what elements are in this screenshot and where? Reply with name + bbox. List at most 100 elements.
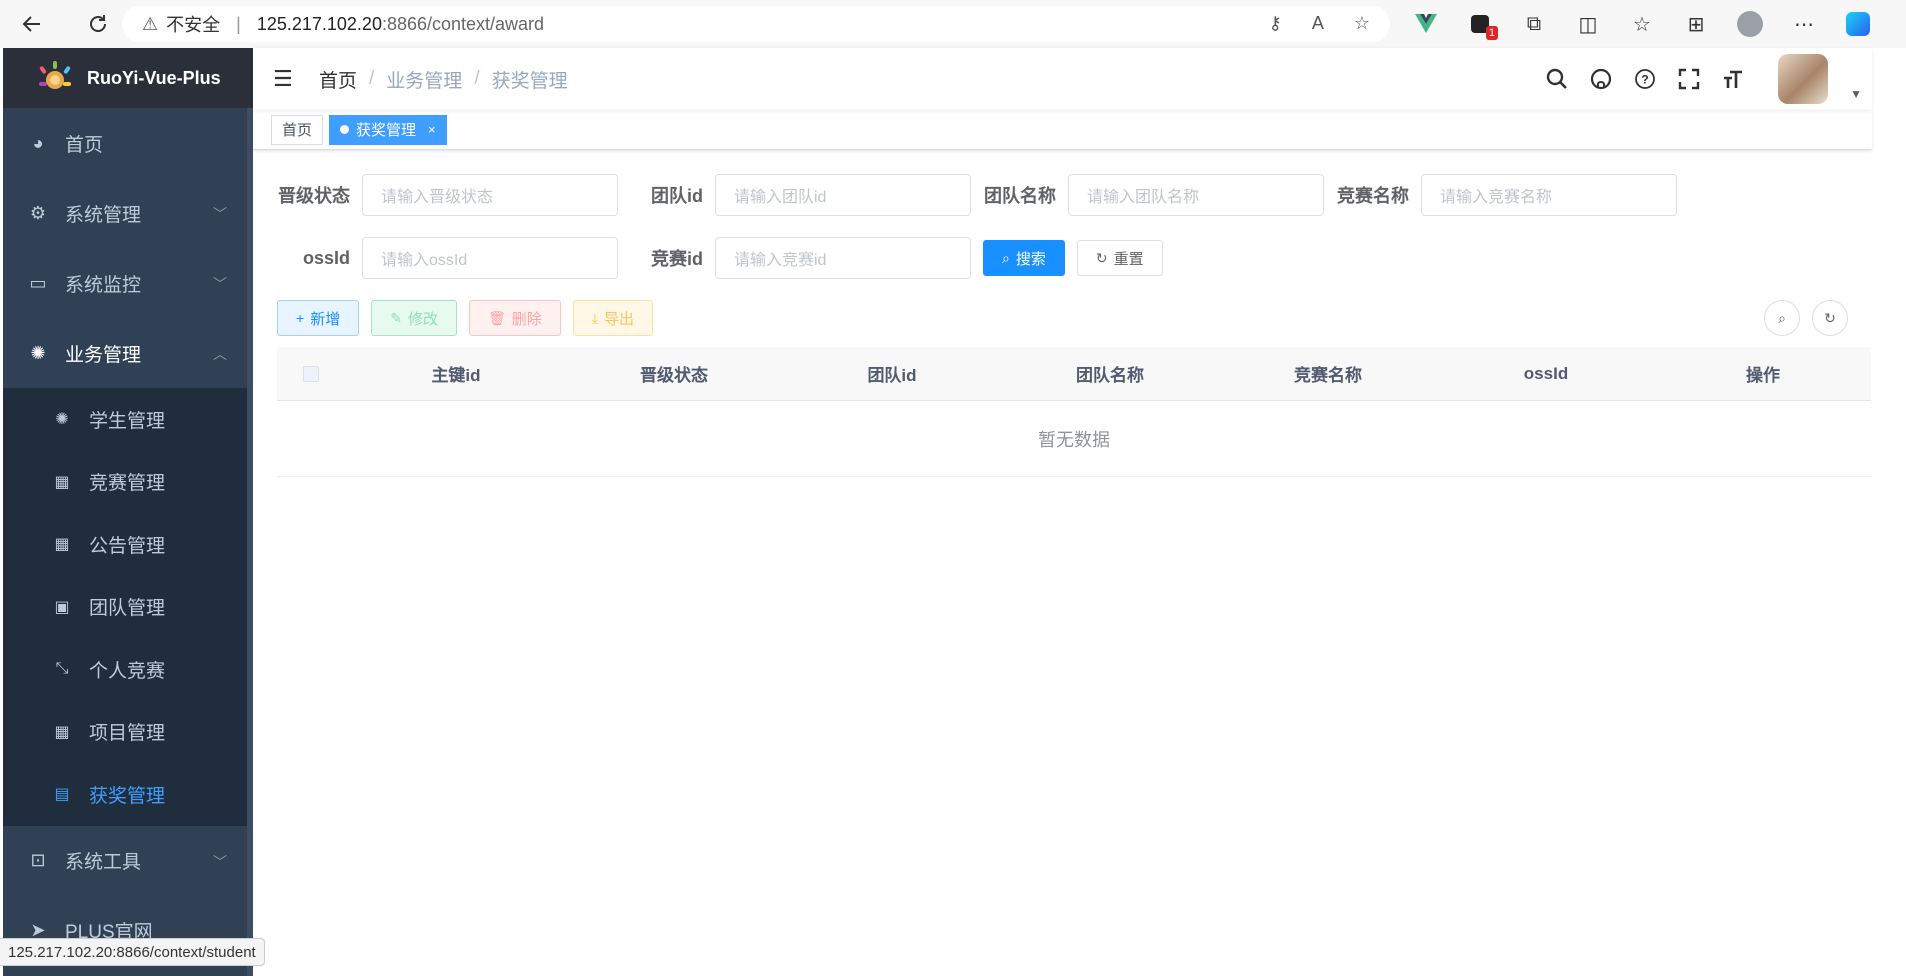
key-icon[interactable]: ⚷ (1269, 13, 1282, 34)
breadcrumb-item-business: 业务管理 (386, 70, 463, 92)
link-status-bar: 125.217.102.20:8866/context/student (0, 938, 265, 966)
submenu-item-teams[interactable]: ▣ 团队管理 (3, 576, 253, 639)
edit-button[interactable]: ✎ 修改 (371, 300, 457, 336)
aperture-icon: ✺ (55, 411, 69, 429)
column-header: 竞赛名称 (1294, 366, 1362, 385)
extension-badge-icon[interactable]: 1 (1464, 8, 1498, 40)
reset-button[interactable]: ↻ 重置 (1076, 240, 1163, 276)
help-icon[interactable]: ? (1632, 66, 1658, 92)
url-host: 125.217.102.20 (256, 13, 382, 34)
form-item-oss-id: ossId 请输入ossId (277, 237, 618, 279)
table-header: 主键id 晋级状态 团队id 团队名称 竞赛名称 ossId 操作 (277, 347, 1871, 401)
search-button[interactable]: ⌕ 搜索 (983, 240, 1065, 276)
navbar-right-menu: ? ▼ (1544, 48, 1862, 110)
tag-label: 获奖管理 (356, 122, 417, 139)
hamburger-icon[interactable]: ☰ (273, 66, 297, 92)
fullscreen-icon[interactable] (1676, 66, 1702, 92)
caret-down-icon[interactable]: ▼ (1850, 87, 1862, 101)
grid-icon: ▦ (54, 536, 70, 554)
team-id-input[interactable]: 请输入团队id (715, 174, 971, 216)
toggle-search-button[interactable]: ⌕ (1764, 300, 1800, 336)
button-label: 搜索 (1015, 250, 1046, 268)
ruoyi-logo-icon (35, 58, 75, 98)
menu-item-home[interactable]: ◕ 首页 (3, 108, 253, 178)
split-screen-icon[interactable]: ◫ (1572, 8, 1604, 40)
chevron-up-icon: ︿ (213, 346, 227, 362)
submenu-item-competitions[interactable]: ▦ 竞赛管理 (3, 451, 253, 514)
refresh-button[interactable]: ↻ (1812, 300, 1848, 336)
oss-id-input[interactable]: 请输入ossId (362, 237, 618, 279)
github-icon[interactable] (1588, 66, 1614, 92)
favorites-icon[interactable]: ☆ (1626, 8, 1658, 40)
form-label: 晋级状态 (278, 186, 350, 206)
button-label: 删除 (511, 310, 542, 328)
trash-icon: 🗑 (487, 309, 506, 326)
card-icon: ▤ (54, 786, 70, 804)
menu-label: 业务管理 (65, 344, 142, 366)
grid-icon: ▦ (54, 723, 70, 741)
extensions-puzzle-icon[interactable]: ⧉ (1518, 8, 1550, 40)
submenu-item-students[interactable]: ✺ 学生管理 (3, 388, 253, 451)
award-table: 主键id 晋级状态 团队id 团队名称 竞赛名称 ossId 操作 暂无数据 (277, 347, 1871, 477)
menu-item-tools[interactable]: ⊡ 系统工具 ﹀ (3, 826, 253, 896)
menu-item-business[interactable]: ✺ 业务管理 ︿ (3, 318, 253, 388)
tag-awards[interactable]: 获奖管理 × (329, 114, 447, 145)
plus-icon: + (296, 310, 305, 326)
submenu-label: 竞赛管理 (89, 473, 166, 495)
submenu-item-individual-competitions[interactable]: ⤡ 个人竞赛 (3, 638, 253, 701)
column-header: 主键id (431, 366, 481, 385)
address-bar[interactable]: ⚠ 不安全 | 125.217.102.20:8866/context/awar… (122, 6, 1390, 42)
tag-home[interactable]: 首页 (271, 114, 324, 145)
chevron-down-icon: ﹀ (213, 276, 227, 292)
submenu-item-awards[interactable]: ▤ 获奖管理 (3, 763, 253, 826)
font-size-icon[interactable] (1720, 66, 1746, 92)
search-icon: ⌕ (1002, 249, 1010, 266)
sidebar-logo[interactable]: RuoYi-Vue-Plus (3, 48, 253, 108)
navbar: ☰ 首页 / 业务管理 / 获奖管理 ? ▼ (253, 48, 1872, 110)
form-label: 竞赛id (651, 249, 703, 269)
search-icon[interactable] (1544, 66, 1570, 92)
dashboard-icon: ◕ (32, 132, 44, 153)
form-item-team-name: 团队名称 请输入团队名称 (983, 174, 1324, 216)
favorite-star-icon[interactable]: ☆ (1354, 13, 1370, 34)
collections-icon[interactable]: ⊞ (1680, 8, 1712, 40)
active-dot-icon (340, 125, 350, 134)
submenu-item-projects[interactable]: ▦ 项目管理 (3, 701, 253, 764)
column-header: 团队名称 (1076, 366, 1144, 385)
column-header: ossId (1523, 363, 1569, 383)
menu-item-system[interactable]: ⚙ 系统管理 ﹀ (3, 178, 253, 248)
submenu-label: 公告管理 (89, 535, 166, 557)
svg-text:?: ? (1641, 73, 1648, 87)
read-aloud-icon[interactable]: A (1312, 13, 1324, 34)
chevron-down-icon: ﹀ (213, 206, 227, 222)
breadcrumb-separator: / (474, 68, 480, 89)
select-all-checkbox[interactable] (303, 365, 319, 382)
team-name-input[interactable]: 请输入团队名称 (1068, 174, 1324, 216)
promotion-status-input[interactable]: 请输入晋级状态 (362, 174, 618, 216)
more-menu-icon[interactable]: ⋯ (1788, 8, 1820, 40)
copilot-icon[interactable] (1842, 8, 1874, 40)
select-all-cell (277, 365, 347, 382)
add-button[interactable]: + 新增 (277, 300, 360, 336)
reload-icon[interactable] (78, 4, 118, 44)
export-button[interactable]: ⤓ 导出 (572, 300, 653, 336)
user-avatar[interactable] (1778, 54, 1829, 104)
chevron-down-icon: ﹀ (213, 853, 227, 870)
download-icon: ⤓ (591, 309, 598, 326)
back-icon[interactable] (12, 4, 52, 44)
submenu-item-notices[interactable]: ▦ 公告管理 (3, 513, 253, 576)
breadcrumb-item-home[interactable]: 首页 (319, 66, 357, 93)
competition-name-input[interactable]: 请输入竞赛名称 (1421, 174, 1677, 216)
search-form-row: 晋级状态 请输入晋级状态 团队id 请输入团队id 团队名称 请输入团队名称 竞… (277, 174, 1848, 216)
menu-item-monitor[interactable]: ▭ 系统监控 ﹀ (3, 248, 253, 318)
form-item-competition-name: 竞赛名称 请输入竞赛名称 (1336, 174, 1677, 216)
form-item-promotion-status: 晋级状态 请输入晋级状态 (277, 174, 618, 216)
close-icon[interactable]: × (428, 122, 436, 137)
menu-label: 系统管理 (65, 204, 142, 226)
address-separator: | (236, 13, 241, 34)
profile-icon[interactable] (1734, 8, 1766, 40)
competition-id-input[interactable]: 请输入竞赛id (715, 237, 971, 279)
app-title: RuoYi-Vue-Plus (87, 67, 221, 88)
vue-devtools-icon[interactable] (1410, 8, 1442, 40)
delete-button[interactable]: 🗑 删除 (468, 300, 561, 336)
